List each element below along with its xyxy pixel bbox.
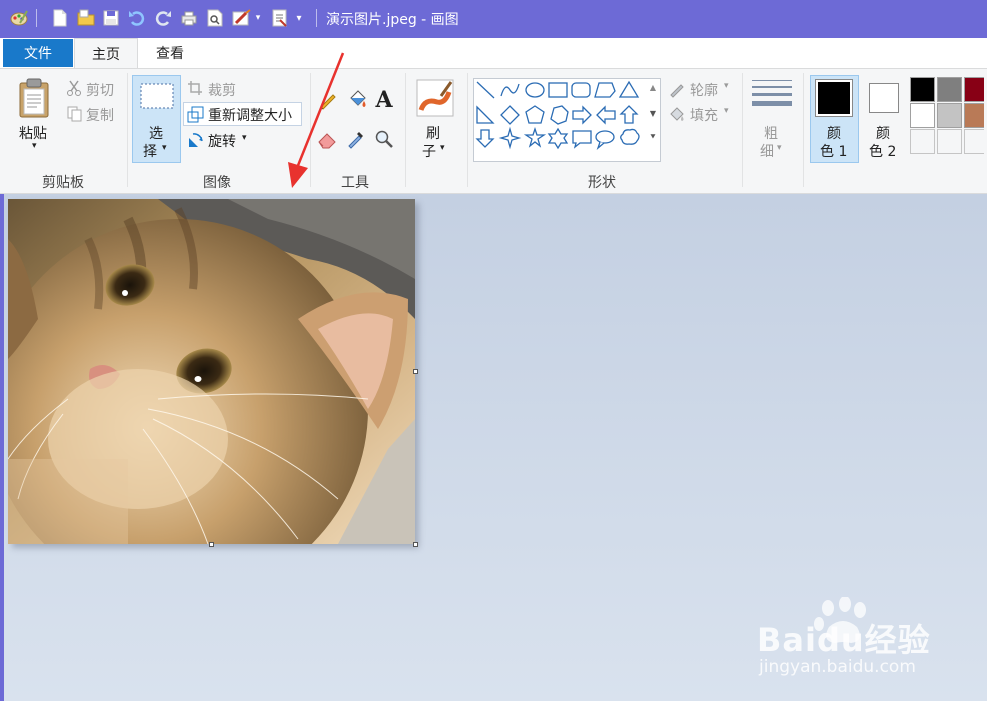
tab-file[interactable]: 文件 — [3, 39, 73, 67]
ribbon-home: 粘贴 ▾ 剪切 复制 剪贴板 选 择 ▾ 裁剪 重新调整大小 旋转 ▾ 图像 A — [0, 68, 987, 194]
text-tool-icon[interactable]: A — [372, 87, 396, 113]
tab-view[interactable]: 查看 — [140, 38, 200, 68]
tab-home[interactable]: 主页 — [74, 38, 138, 69]
customize-toolbar-icon[interactable]: ▾ — [293, 7, 305, 29]
new-file-icon[interactable] — [50, 7, 70, 29]
clipboard-group-label: 剪贴板 — [42, 175, 84, 191]
select-label-line1: 选 — [149, 126, 163, 142]
watermark-brand: Baidu经验 — [757, 621, 931, 659]
brushes-label-line1: 刷 — [426, 126, 440, 142]
rect-select-icon — [138, 81, 176, 111]
outline-dropdown-icon[interactable]: ▾ — [724, 81, 729, 91]
outline-icon — [667, 79, 687, 99]
select-label-line2: 择 — [143, 144, 157, 160]
crop-icon — [186, 79, 204, 97]
resize-handle-bottom[interactable] — [209, 542, 214, 547]
properties-icon[interactable] — [270, 7, 290, 29]
title-separator — [316, 9, 317, 27]
size-lines-icon[interactable] — [750, 77, 794, 113]
group-separator — [742, 73, 743, 187]
palette-swatch[interactable] — [910, 129, 935, 154]
group-separator — [405, 73, 406, 187]
ribbon-tabs: 文件 主页 查看 — [0, 38, 987, 69]
size-dropdown-icon[interactable]: ▾ — [777, 143, 782, 153]
palette-swatch[interactable] — [964, 103, 984, 128]
paste-dropdown-icon[interactable]: ▾ — [32, 141, 37, 151]
shapes-expand-icon[interactable]: ⯆ — [647, 131, 659, 145]
save-icon[interactable] — [101, 7, 121, 29]
scissors-icon — [66, 79, 82, 97]
fill-icon — [667, 105, 687, 125]
window-title: 演示图片.jpeg - 画图 — [326, 12, 459, 28]
palette-swatch[interactable] — [937, 77, 962, 102]
chevron-down-icon[interactable]: ▾ — [253, 7, 263, 29]
size-label-line2: 细 — [760, 144, 774, 160]
color1-label-line1: 颜 — [827, 126, 841, 142]
watermark-url: jingyan.baidu.com — [759, 657, 916, 677]
resize-icon — [186, 105, 204, 123]
clipboard-paste-icon[interactable] — [16, 77, 54, 119]
baidu-watermark: Baidu经验 jingyan.baidu.com — [757, 597, 957, 682]
select-dropdown-icon[interactable]: ▾ — [162, 143, 167, 153]
red-arrow-annotation — [288, 52, 345, 188]
quick-access-separator — [36, 9, 37, 27]
color1-swatch — [815, 79, 853, 117]
brushes-dropdown-icon[interactable]: ▾ — [440, 143, 445, 153]
palette-swatch[interactable] — [937, 103, 962, 128]
paint-app-icon[interactable] — [9, 7, 29, 29]
brushes-label-line2: 子 — [422, 144, 436, 160]
redo-icon[interactable] — [153, 7, 173, 29]
palette-swatch[interactable] — [910, 77, 935, 102]
shapes-scroll-down-icon[interactable]: ▼ — [647, 107, 659, 119]
resize-handle-corner[interactable] — [413, 542, 418, 547]
magnifier-icon[interactable] — [372, 127, 396, 151]
rotate-icon — [186, 131, 204, 149]
color2-fill — [871, 85, 897, 111]
brushes-icon[interactable] — [414, 77, 456, 119]
print-preview-icon[interactable] — [205, 7, 225, 29]
image-group-label: 图像 — [203, 175, 231, 191]
palette-swatch[interactable] — [964, 77, 984, 102]
color2-label-line2: 色 2 — [869, 144, 897, 160]
copy-icon — [66, 105, 82, 123]
image-canvas[interactable] — [8, 199, 415, 544]
color1-fill — [818, 82, 850, 114]
shapes-gallery — [473, 78, 661, 162]
copy-button[interactable]: 复制 — [86, 105, 114, 125]
size-label-line1: 粗 — [764, 126, 778, 142]
rotate-button[interactable]: 旋转 — [208, 131, 236, 151]
shapes-scroll-up-icon[interactable]: ▲ — [647, 81, 659, 93]
color1-label-line2: 色 1 — [820, 144, 848, 160]
undo-icon[interactable] — [127, 7, 147, 29]
print-icon[interactable] — [179, 7, 199, 29]
paste-button-label[interactable]: 粘贴 — [19, 123, 47, 143]
color2-swatch[interactable] — [869, 83, 899, 113]
fill-button[interactable]: 填充 — [690, 105, 718, 125]
palette-swatch[interactable] — [910, 103, 935, 128]
brush-quick-icon[interactable] — [232, 7, 252, 29]
group-separator — [127, 73, 128, 187]
color2-label-line1: 颜 — [876, 126, 890, 142]
title-bar: ▾ ▾ 演示图片.jpeg - 画图 — [0, 0, 987, 38]
fill-dropdown-icon[interactable]: ▾ — [724, 106, 729, 116]
rotate-dropdown-icon[interactable]: ▾ — [242, 133, 247, 143]
open-file-icon[interactable] — [76, 7, 96, 29]
palette-swatch[interactable] — [937, 129, 962, 154]
palette-swatch[interactable] — [964, 129, 984, 154]
resize-handle-right[interactable] — [413, 369, 418, 374]
group-separator — [467, 73, 468, 187]
cut-button[interactable]: 剪切 — [86, 80, 114, 100]
crop-button[interactable]: 裁剪 — [208, 80, 236, 100]
kitten-photo — [8, 199, 415, 544]
shapes-group-label: 形状 — [588, 175, 616, 191]
group-separator — [803, 73, 804, 187]
outline-button[interactable]: 轮廓 — [690, 80, 718, 100]
